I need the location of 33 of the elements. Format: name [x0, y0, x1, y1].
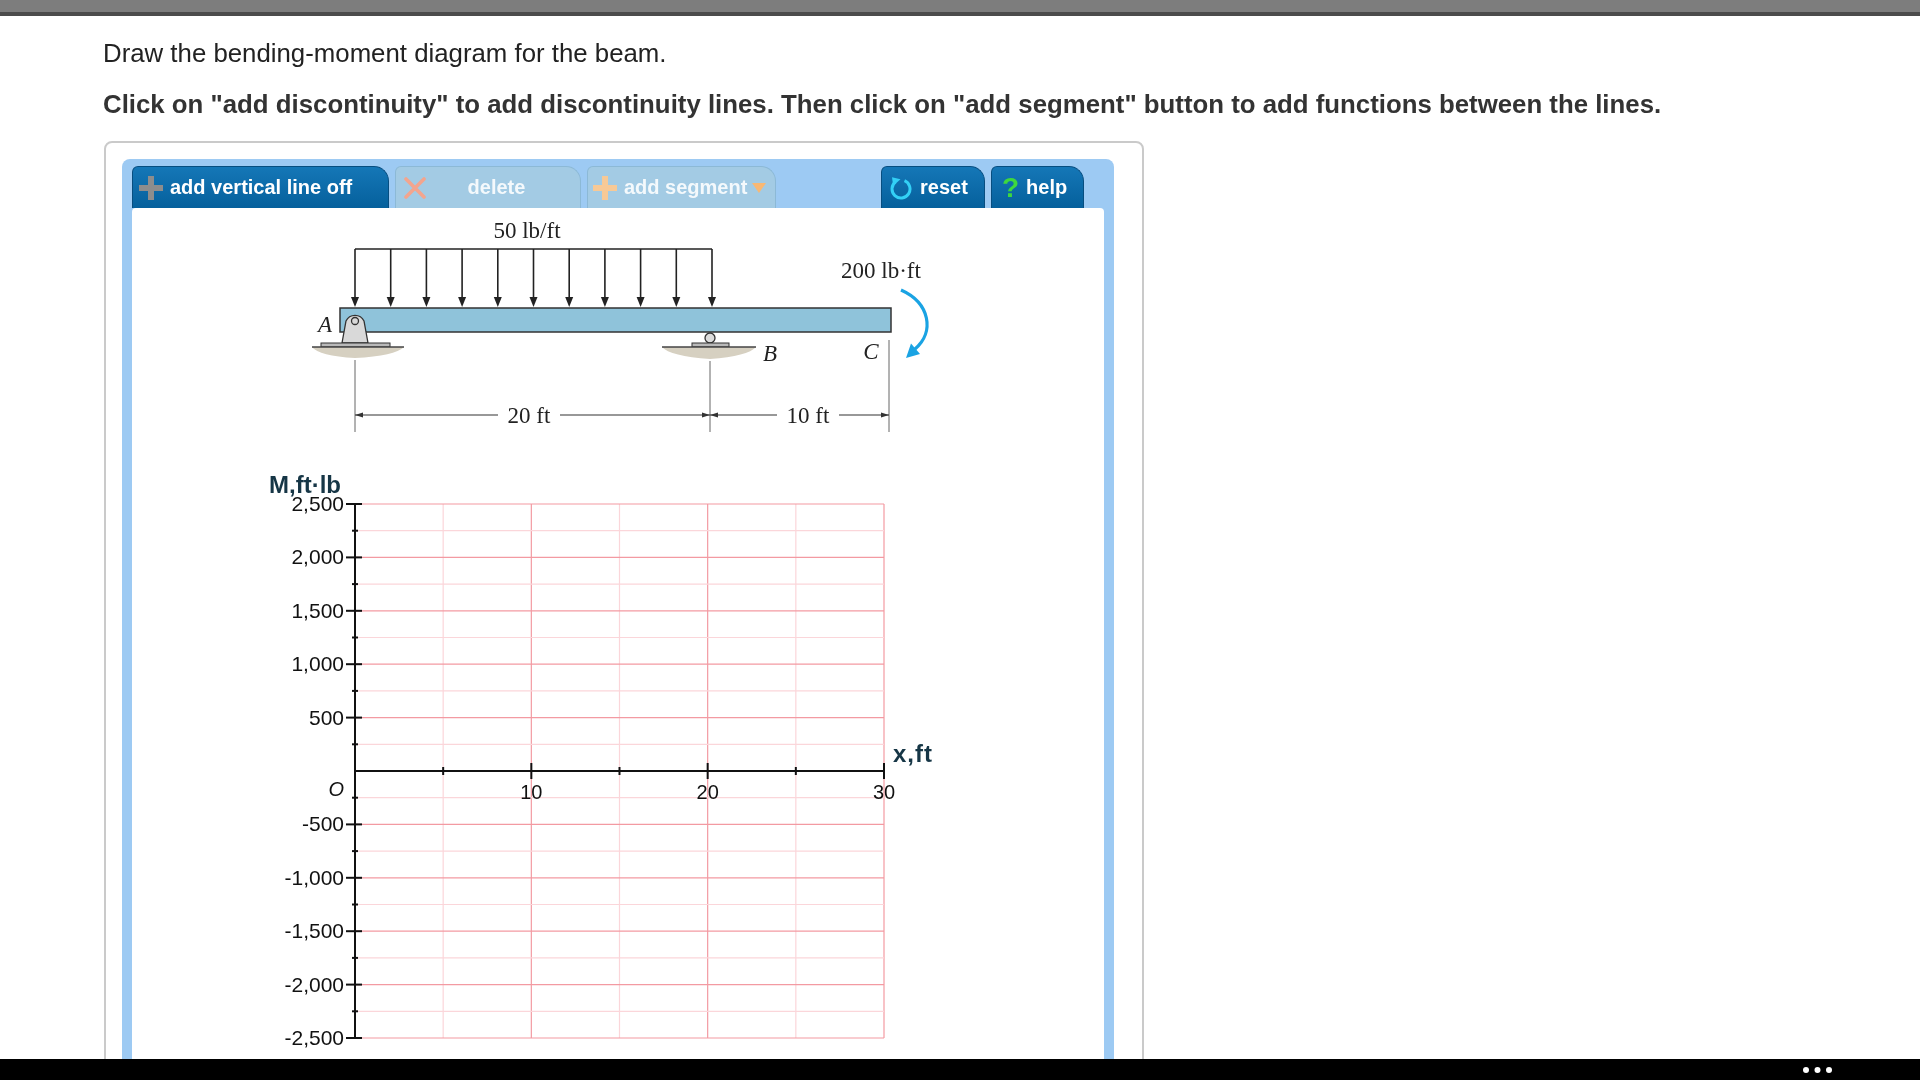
x-tick-label: 10 — [520, 781, 543, 803]
x-axis-title: x,ft — [893, 740, 933, 767]
cross-icon — [404, 176, 426, 199]
caret-icon — [752, 182, 767, 193]
y-tick-label: 1,500 — [291, 598, 344, 622]
help-icon: ? — [1002, 173, 1020, 202]
y-tick-label: -2,000 — [284, 972, 344, 996]
point-label: B — [762, 341, 778, 366]
help-button[interactable]: ? help — [991, 166, 1084, 208]
load-label: 50 lb/ft — [493, 218, 561, 243]
dimension-label: 10 ft — [786, 403, 830, 428]
y-tick-label: -1,000 — [284, 865, 344, 889]
point-label: A — [317, 312, 333, 337]
y-tick-label: -2,500 — [284, 1026, 344, 1049]
x-tick-label: 20 — [696, 781, 719, 803]
instruction-text: Click on "add discontinuity" to add discontinuity lines. Then click on "add segment" button to add functions between the lines. — [103, 89, 1662, 119]
point-label: C — [863, 339, 879, 364]
reset-button[interactable]: reset — [881, 166, 985, 208]
question-prompt: Draw the bending-moment diagram for the beam. — [103, 38, 667, 68]
y-tick-label: 2,000 — [291, 545, 344, 569]
dimension-label: 20 ft — [507, 403, 551, 428]
add-line-button[interactable]: add vertical line off — [132, 166, 389, 208]
plus-icon — [593, 175, 617, 200]
x-tick-label: 30 — [872, 781, 896, 803]
y-tick-label: -1,500 — [284, 919, 344, 943]
y-tick-label: 1,000 — [291, 652, 344, 676]
moment-label: 200 lb·ft — [841, 258, 921, 283]
y-tick-label: -500 — [301, 812, 344, 836]
y-tick-label: 500 — [308, 705, 344, 729]
reset-icon — [889, 175, 913, 200]
origin-label: O — [328, 778, 344, 800]
more-icon[interactable] — [1803, 1066, 1832, 1073]
plus-icon — [139, 175, 163, 200]
